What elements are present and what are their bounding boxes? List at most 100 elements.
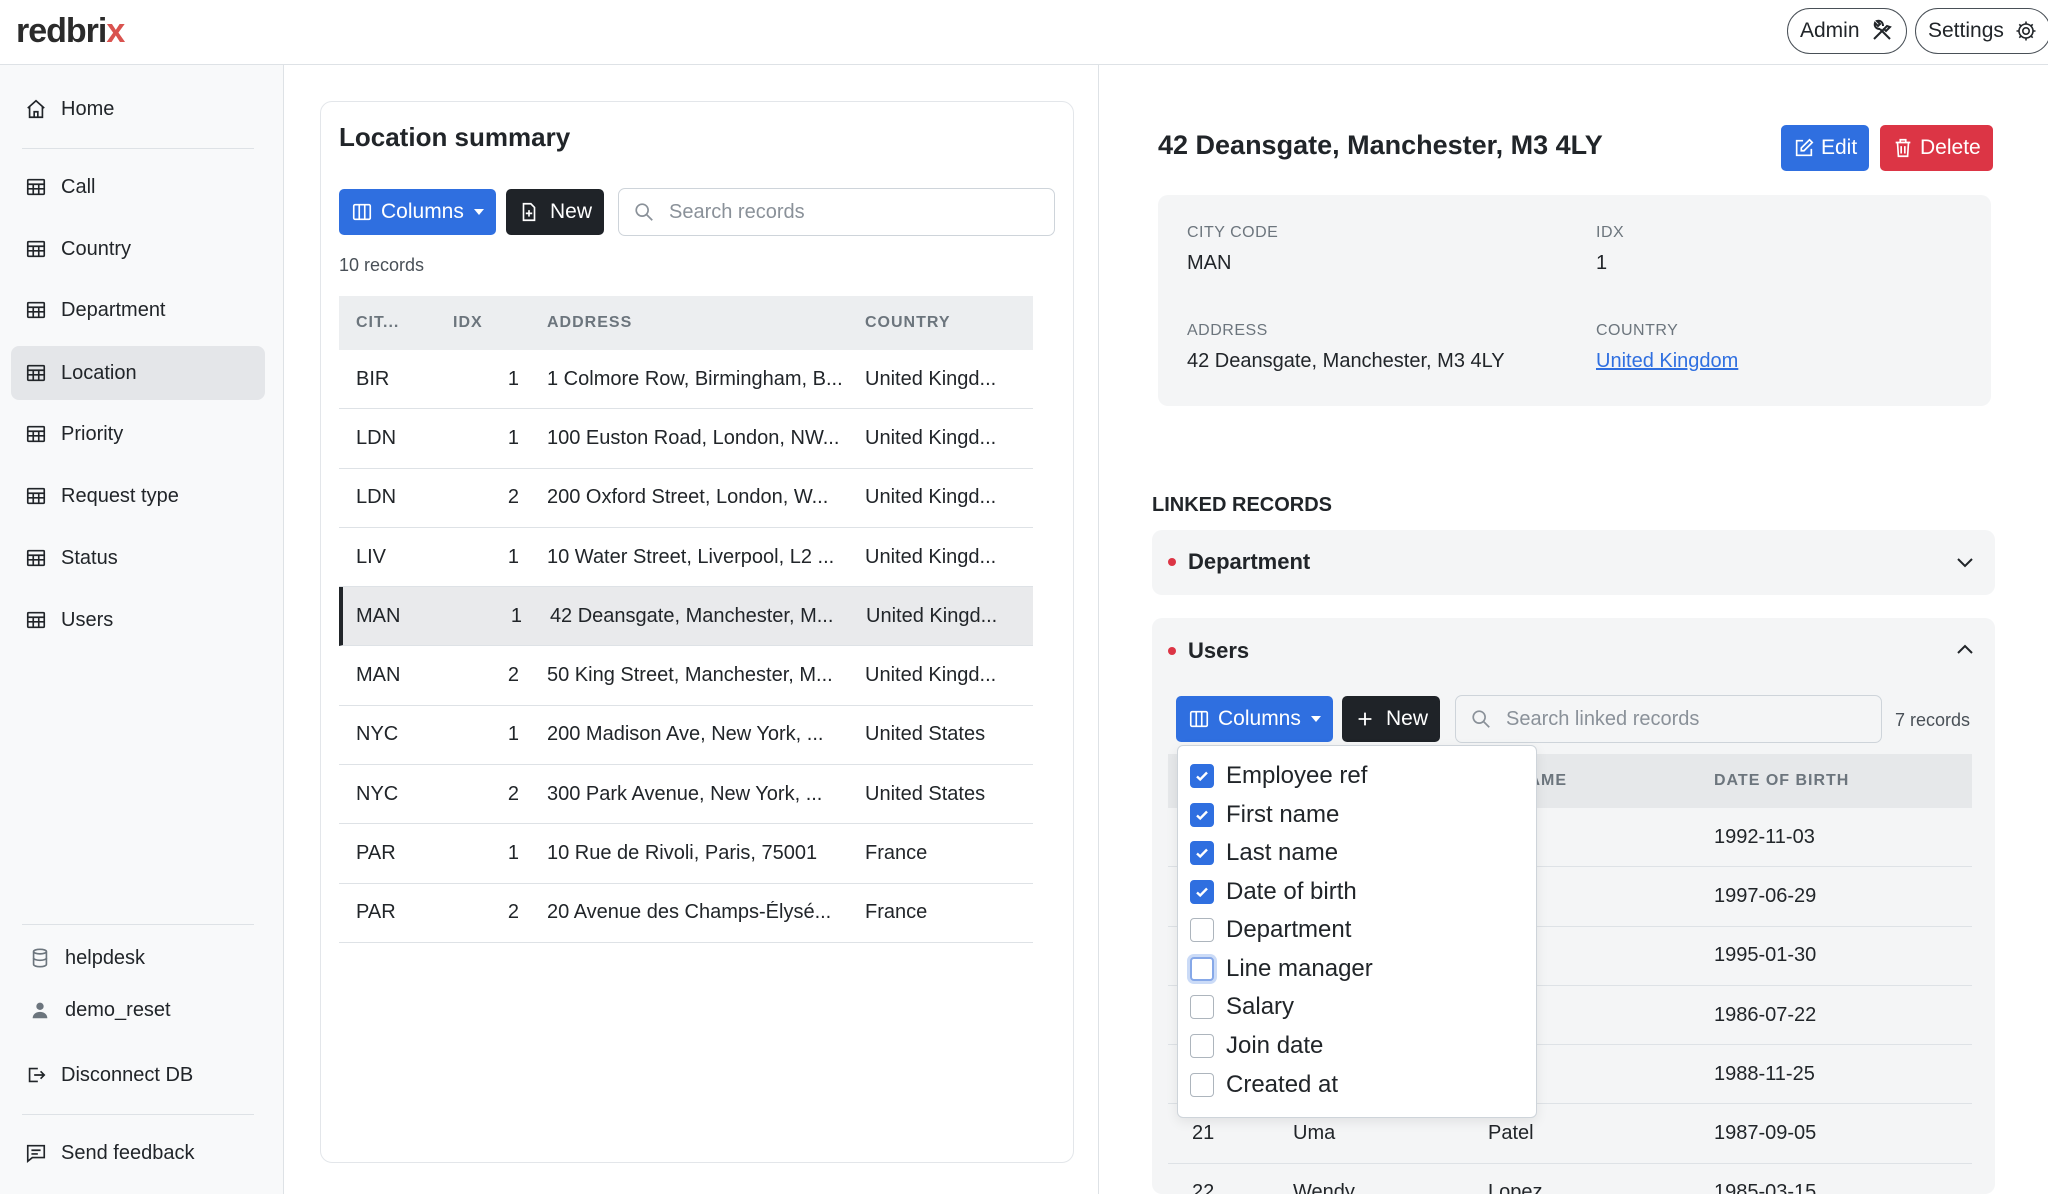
option-label: Join date bbox=[1226, 1032, 1324, 1059]
table-row[interactable]: PAR 2 20 Avenue des Champs-Élysé... France bbox=[339, 884, 1033, 943]
cell-dob: 1992-11-03 bbox=[1714, 825, 1815, 848]
column-option-last-name[interactable]: Last name bbox=[1190, 835, 1338, 871]
field-label: IDX bbox=[1596, 224, 1625, 241]
linked-new-button[interactable]: New bbox=[1342, 696, 1441, 742]
cell-address: 50 King Street, Manchester, M... bbox=[547, 664, 833, 687]
cell-dob: 1997-06-29 bbox=[1714, 884, 1817, 907]
sidebar-item-users[interactable]: Users bbox=[11, 593, 265, 647]
sidebar-item-label: Call bbox=[61, 175, 96, 198]
chevron-down-icon[interactable] bbox=[1953, 550, 1977, 574]
sidebar-item-priority[interactable]: Priority bbox=[11, 407, 265, 461]
column-option-created-at[interactable]: Created at bbox=[1190, 1067, 1338, 1103]
linked-record-count: 7 records bbox=[1895, 710, 1971, 730]
sidebar-item-label: Location bbox=[61, 361, 137, 384]
table-row[interactable]: LDN 2 200 Oxford Street, London, W... Unite… bbox=[339, 469, 1033, 528]
sidebar-item-department[interactable]: Department bbox=[11, 283, 265, 337]
cell-dob: 1988-11-25 bbox=[1714, 1062, 1815, 1085]
app-logo[interactable]: redbrix bbox=[16, 12, 125, 51]
table-row[interactable]: 22 Wendy Lopez 1985-03-15 bbox=[1168, 1164, 1972, 1194]
sidebar-item-country[interactable]: Country bbox=[11, 222, 265, 276]
delete-button[interactable]: Delete bbox=[1880, 125, 1993, 171]
admin-label: Admin bbox=[1800, 19, 1860, 42]
column-header[interactable]: DATE OF BIRTH bbox=[1714, 772, 1972, 790]
checkbox-unchecked[interactable] bbox=[1190, 1034, 1214, 1058]
record-count: 10 records bbox=[339, 255, 425, 275]
send-feedback-button[interactable]: Send feedback bbox=[11, 1126, 265, 1180]
table-row[interactable]: MAN 2 50 King Street, Manchester, M... Unit… bbox=[339, 646, 1033, 706]
table-row[interactable]: BIR 1 1 Colmore Row, Birmingham, B... Unite… bbox=[339, 350, 1033, 410]
columns-icon bbox=[352, 203, 372, 221]
search-linked-records-input[interactable]: Search linked records bbox=[1455, 695, 1882, 743]
linked-columns-button[interactable]: Columns bbox=[1176, 696, 1333, 742]
table-row-selected[interactable]: MAN 1 42 Deansgate, Manchester, M... United… bbox=[339, 587, 1033, 647]
plus-icon bbox=[1358, 712, 1372, 726]
table-row[interactable]: NYC 1 200 Madison Ave, New York, ... United… bbox=[339, 706, 1033, 766]
sidebar-item-home[interactable]: Home bbox=[11, 82, 265, 136]
record-fields: CITY CODE MAN IDX 1 ADDRESS 42 Deansgate… bbox=[1158, 195, 1991, 406]
field-label: COUNTRY bbox=[1596, 322, 1679, 339]
accordion-header[interactable]: Users bbox=[1168, 638, 1249, 664]
sidebar-item-label: Country bbox=[61, 237, 132, 260]
checkbox-unchecked[interactable] bbox=[1190, 995, 1214, 1019]
department-accordion[interactable]: Department bbox=[1152, 530, 1995, 595]
chevron-up-icon[interactable] bbox=[1953, 638, 1977, 662]
checkbox-unchecked[interactable] bbox=[1190, 918, 1214, 942]
column-option-line-manager[interactable]: Line manager bbox=[1190, 951, 1373, 987]
column-option-employee-ref[interactable]: Employee ref bbox=[1190, 758, 1367, 794]
checkbox-checked[interactable] bbox=[1190, 764, 1214, 788]
column-header[interactable]: COUNTRY bbox=[845, 314, 1033, 332]
column-option-join-date[interactable]: Join date bbox=[1190, 1028, 1323, 1064]
table-row[interactable]: PAR 1 10 Rue de Rivoli, Paris, 75001 France bbox=[339, 824, 1033, 884]
admin-button[interactable]: Admin bbox=[1787, 8, 1907, 54]
sidebar-item-call[interactable]: Call bbox=[11, 160, 265, 214]
new-record-button[interactable]: New bbox=[506, 189, 605, 235]
cell-last-name: Patel bbox=[1488, 1122, 1534, 1145]
country-link[interactable]: United Kingdom bbox=[1596, 350, 1738, 373]
cell-idx: 1 bbox=[507, 367, 519, 390]
edit-button[interactable]: Edit bbox=[1781, 125, 1870, 171]
caret-down-icon bbox=[473, 209, 484, 215]
cell-address: 200 Madison Ave, New York, ... bbox=[547, 723, 824, 746]
disconnect-db-button[interactable]: Disconnect DB bbox=[11, 1048, 265, 1102]
cell-city: PAR bbox=[356, 842, 396, 865]
column-option-first-name[interactable]: First name bbox=[1190, 797, 1339, 833]
checkbox-unchecked[interactable] bbox=[1190, 1073, 1214, 1097]
sign-out-icon bbox=[28, 1067, 46, 1083]
check-icon bbox=[1196, 771, 1208, 782]
search-records-input[interactable]: Search records bbox=[618, 188, 1055, 236]
cell-ref: 21 bbox=[1192, 1122, 1215, 1145]
accordion-title: Users bbox=[1188, 638, 1250, 663]
panel-divider bbox=[1098, 65, 1099, 1194]
column-option-salary[interactable]: Salary bbox=[1190, 989, 1294, 1025]
checkbox-checked[interactable] bbox=[1190, 841, 1214, 865]
linked-records-heading: LINKED RECORDS bbox=[1152, 494, 1333, 516]
sidebar-item-status[interactable]: Status bbox=[11, 531, 265, 585]
table-row[interactable]: LDN 1 100 Euston Road, London, NW... United… bbox=[339, 409, 1033, 469]
columns-button[interactable]: Columns bbox=[339, 189, 496, 235]
column-option-date-of-birth[interactable]: Date of birth bbox=[1190, 874, 1357, 910]
table-row[interactable]: NYC 2 300 Park Avenue, New York, ... United… bbox=[339, 765, 1033, 825]
column-option-department[interactable]: Department bbox=[1190, 912, 1351, 948]
column-header[interactable]: ADDRESS bbox=[527, 314, 845, 332]
sidebar-item-location[interactable]: Location bbox=[11, 346, 265, 400]
checkbox-checked[interactable] bbox=[1190, 803, 1214, 827]
table-row[interactable]: LIV 1 10 Water Street, Liverpool, L2 ... Un… bbox=[339, 528, 1033, 588]
field-label: ADDRESS bbox=[1187, 322, 1268, 339]
settings-button[interactable]: Settings bbox=[1915, 8, 2048, 54]
option-label: Line manager bbox=[1226, 955, 1373, 982]
checkbox-focused[interactable] bbox=[1190, 957, 1214, 981]
checkbox-checked[interactable] bbox=[1190, 880, 1214, 904]
column-header[interactable]: CIT... bbox=[339, 314, 433, 332]
option-label: Employee ref bbox=[1226, 762, 1368, 789]
table-icon bbox=[26, 611, 46, 629]
column-header[interactable]: IDX bbox=[433, 314, 527, 332]
cell-country: United Kingd... bbox=[865, 426, 997, 449]
db-name-label: helpdesk bbox=[65, 946, 146, 969]
search-placeholder: Search linked records bbox=[1506, 707, 1700, 730]
cell-dob: 1985-03-15 bbox=[1714, 1181, 1817, 1194]
check-icon bbox=[1196, 848, 1208, 859]
new-label: New bbox=[1386, 707, 1429, 730]
sidebar-divider bbox=[22, 1114, 254, 1115]
cell-country: United Kingd... bbox=[866, 604, 998, 627]
sidebar-item-request-type[interactable]: Request type bbox=[11, 469, 265, 523]
